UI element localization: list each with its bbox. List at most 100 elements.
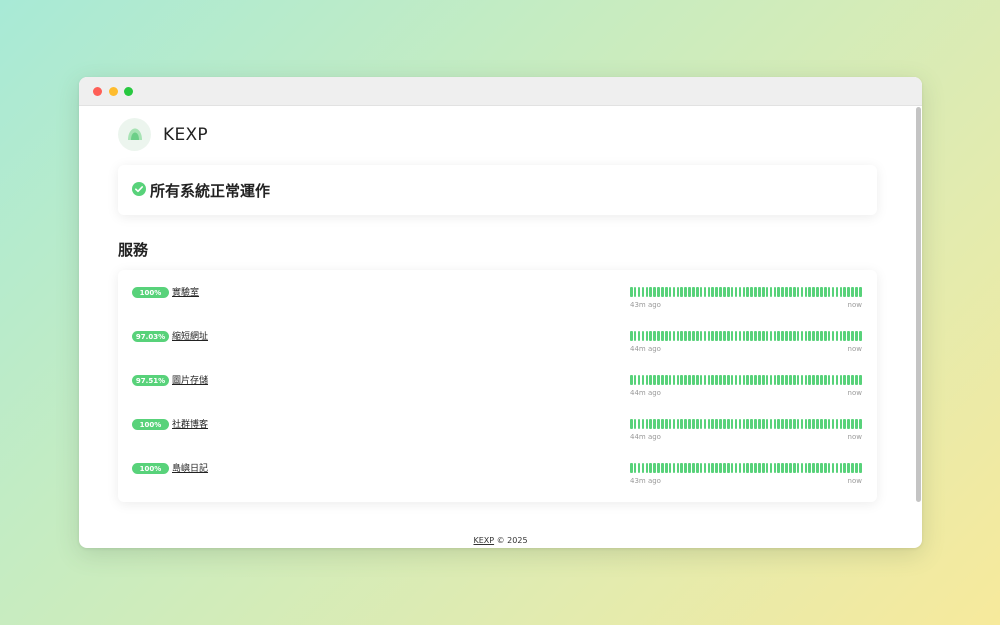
uptime-bar — [785, 331, 788, 341]
uptime-bar — [843, 463, 846, 473]
uptime-bar — [816, 463, 819, 473]
uptime-bar — [738, 287, 742, 297]
uptime-bar — [641, 419, 645, 429]
uptime-bar — [637, 419, 641, 429]
minimize-window-button[interactable] — [109, 87, 118, 96]
uptime-bar — [676, 331, 680, 341]
uptime-bar — [812, 375, 815, 385]
uptime-bar — [824, 463, 827, 473]
uptime-bar — [668, 287, 672, 297]
uptime-bar — [800, 331, 804, 341]
uptime-bar — [831, 375, 835, 385]
uptime-bar — [816, 331, 819, 341]
uptime-bar — [688, 419, 691, 429]
uptime-bar — [649, 331, 652, 341]
uptime-bar — [653, 419, 656, 429]
service-link[interactable]: 社群博客 — [172, 417, 208, 430]
uptime-bar — [734, 375, 738, 385]
uptime-bar — [680, 419, 684, 429]
brand-name: KEXP — [163, 124, 208, 145]
uptime-bar — [723, 287, 726, 297]
uptime-bar — [843, 287, 846, 297]
uptime-bar — [719, 287, 722, 297]
uptime-bar — [692, 331, 695, 341]
uptime-history-bars — [630, 375, 862, 385]
uptime-bar — [703, 463, 707, 473]
service-link[interactable]: 實驗室 — [172, 285, 199, 298]
uptime-bar — [633, 287, 637, 297]
uptime-bar — [777, 463, 781, 473]
uptime-bar — [851, 419, 854, 429]
service-row: 100% 實驗室 43m ago now — [118, 287, 877, 331]
service-link[interactable]: 縮短網址 — [172, 329, 208, 342]
uptime-bar — [777, 287, 781, 297]
uptime-bar — [843, 419, 846, 429]
uptime-bar — [781, 287, 784, 297]
uptime-bar — [684, 287, 687, 297]
uptime-bar — [789, 375, 792, 385]
uptime-bar — [827, 287, 831, 297]
uptime-bar — [773, 419, 777, 429]
uptime-bar — [750, 419, 753, 429]
uptime-bar — [723, 331, 726, 341]
uptime-bar — [730, 287, 734, 297]
footer-brand-link[interactable]: KEXP — [473, 536, 494, 545]
uptime-bar — [657, 331, 660, 341]
close-window-button[interactable] — [93, 87, 102, 96]
uptime-bar — [707, 463, 711, 473]
uptime-bar — [796, 463, 800, 473]
uptime-bar — [680, 463, 684, 473]
service-link[interactable]: 島嶼日記 — [172, 461, 208, 474]
uptime-bar — [730, 375, 734, 385]
uptime-bar — [715, 419, 718, 429]
uptime-bar — [847, 463, 850, 473]
uptime-bar — [695, 375, 699, 385]
uptime-bar — [641, 331, 645, 341]
uptime-bar — [847, 331, 850, 341]
uptime-bar — [711, 463, 715, 473]
uptime-bar — [668, 419, 672, 429]
uptime-bar — [858, 331, 862, 341]
uptime-bar — [664, 331, 668, 341]
uptime-bar — [680, 287, 684, 297]
uptime-bar — [637, 331, 641, 341]
uptime-bar — [824, 331, 827, 341]
vertical-scrollbar[interactable] — [916, 107, 921, 502]
uptime-bar — [742, 463, 746, 473]
uptime-bar — [688, 331, 691, 341]
uptime-bar — [727, 287, 730, 297]
uptime-bar — [715, 331, 718, 341]
uptime-bar — [637, 463, 641, 473]
uptime-bar — [792, 375, 796, 385]
uptime-bar — [719, 375, 722, 385]
uptime-bar — [831, 331, 835, 341]
uptime-bar — [750, 331, 753, 341]
uptime-bar — [777, 331, 781, 341]
uptime-bar — [761, 463, 765, 473]
uptime-bar — [668, 331, 672, 341]
uptime-bar — [672, 375, 676, 385]
uptime-bar — [820, 375, 823, 385]
maximize-window-button[interactable] — [124, 87, 133, 96]
uptime-bar — [754, 331, 757, 341]
uptime-bar — [633, 419, 637, 429]
uptime-bar — [695, 419, 699, 429]
uptime-bar — [653, 375, 656, 385]
check-circle-icon — [132, 181, 146, 200]
window-titlebar — [79, 77, 922, 106]
uptime-bar — [808, 331, 812, 341]
uptime-bar — [715, 463, 718, 473]
uptime-bar — [645, 331, 649, 341]
uptime-bar — [835, 463, 839, 473]
uptime-bar — [792, 463, 796, 473]
uptime-bar — [723, 375, 726, 385]
uptime-bar — [789, 287, 792, 297]
uptime-history-bars — [630, 331, 862, 341]
service-link[interactable]: 圖片存儲 — [172, 373, 208, 386]
uptime-bar — [738, 419, 742, 429]
uptime-bar — [661, 463, 664, 473]
uptime-bar — [843, 375, 846, 385]
history-end-label: now — [847, 433, 862, 441]
uptime-bar — [800, 375, 804, 385]
uptime-bar — [707, 331, 711, 341]
